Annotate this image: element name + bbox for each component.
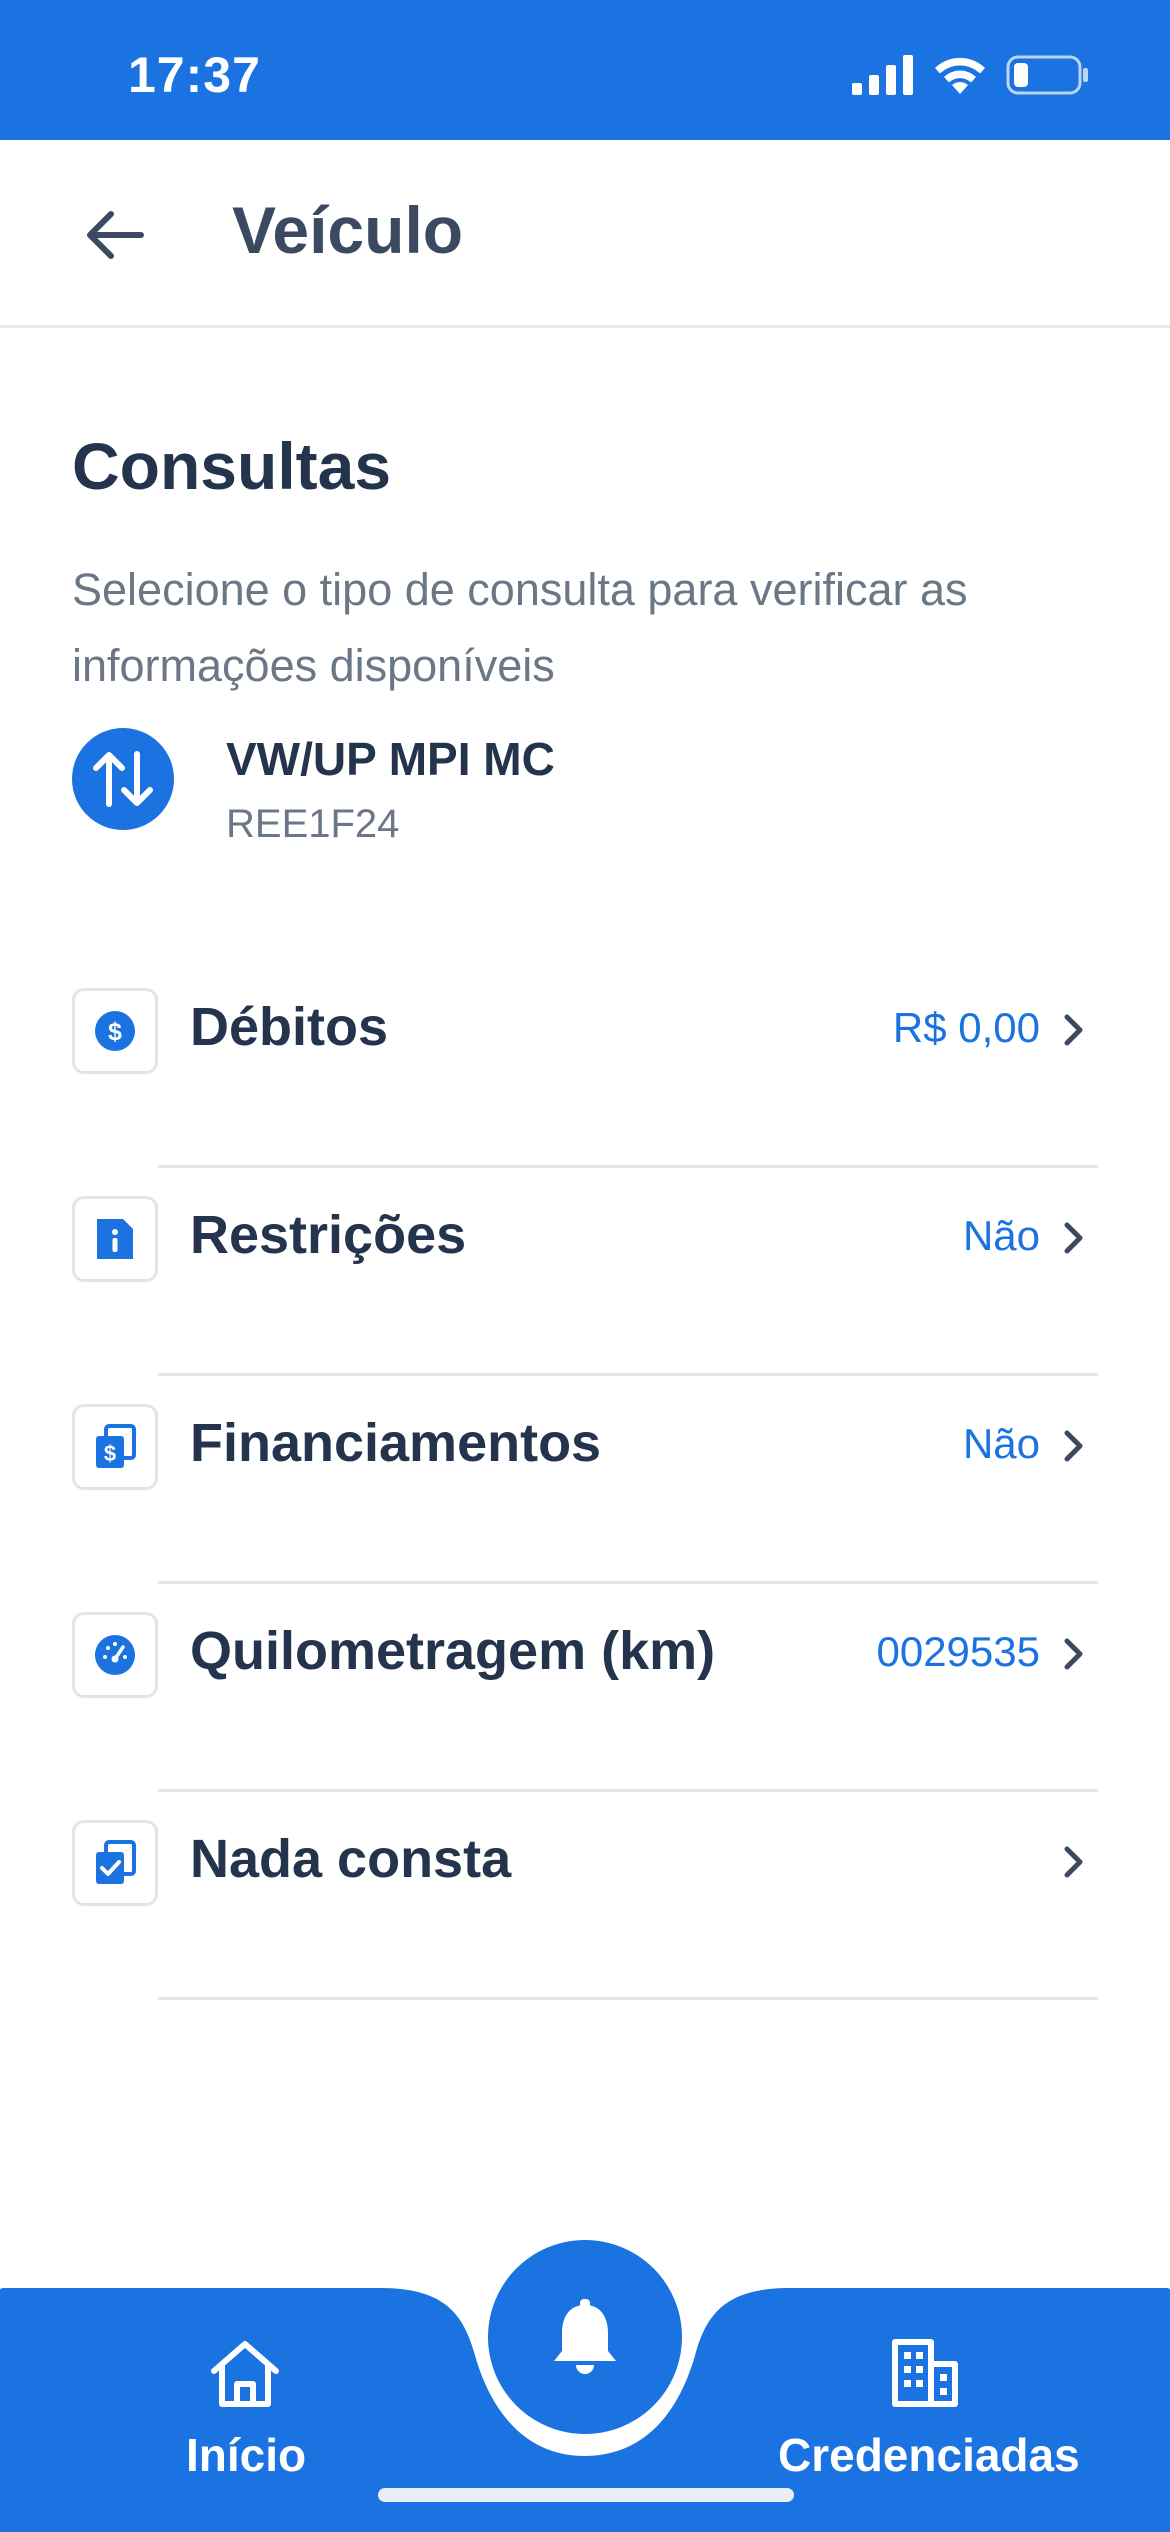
menu-item-nada-consta[interactable]: Nada consta <box>0 1792 1170 2000</box>
home-indicator[interactable] <box>378 2488 794 2502</box>
nav-credentialed-label: Credenciadas <box>778 2429 1080 2481</box>
svg-text:$: $ <box>108 1018 122 1046</box>
bell-icon <box>554 2299 616 2374</box>
vehicle-consultation-screen: 17:37 Veículo Consultas Selecione o tipo… <box>0 0 1170 2532</box>
wifi-icon <box>935 57 985 94</box>
nav-credentialed[interactable]: Credenciadas <box>770 2338 1080 2498</box>
menu-icon-box <box>72 1196 158 1282</box>
menu-icon-box <box>72 1612 158 1698</box>
document-check-icon <box>96 1840 136 1884</box>
consultation-list: $ Débitos R$ 0,00 Restrições Não $ Finan… <box>0 960 1170 2000</box>
menu-item-debitos[interactable]: $ Débitos R$ 0,00 <box>0 960 1170 1168</box>
menu-item-restricoes[interactable]: Restrições Não <box>0 1168 1170 1376</box>
nav-home[interactable]: Início <box>150 2338 340 2498</box>
chevron-right-icon <box>1054 1426 1094 1466</box>
arrow-left-icon <box>87 211 144 259</box>
dollar-icon: $ <box>95 1011 135 1051</box>
home-icon <box>211 2341 279 2407</box>
menu-item-value: R$ 0,00 <box>892 1004 1040 1051</box>
menu-item-label: Nada consta <box>190 1829 512 1889</box>
cellular-signal-icon <box>852 55 913 95</box>
back-button[interactable] <box>80 200 150 270</box>
menu-item-financiamentos[interactable]: $ Financiamentos Não <box>0 1376 1170 1584</box>
menu-icon-box: $ <box>72 988 158 1074</box>
menu-item-label: Restrições <box>190 1205 467 1265</box>
building-icon <box>892 2339 958 2407</box>
menu-item-quilometragem[interactable]: Quilometragem (km) 0029535 <box>0 1584 1170 1792</box>
app-bar: Veículo <box>0 140 1170 328</box>
menu-item-value: 0029535 <box>876 1628 1040 1675</box>
page-title: Veículo <box>232 193 464 267</box>
chevron-right-icon <box>1054 1218 1094 1258</box>
chevron-right-icon <box>1054 1634 1094 1674</box>
menu-item-label: Quilometragem (km) <box>190 1621 716 1681</box>
menu-item-label: Financiamentos <box>190 1413 602 1473</box>
menu-icon-box: $ <box>72 1404 158 1490</box>
menu-item-label: Débitos <box>190 997 389 1057</box>
status-bar: 17:37 <box>0 0 1170 140</box>
status-icons <box>852 52 1090 98</box>
svg-text:$: $ <box>104 1441 116 1466</box>
chevron-right-icon <box>1054 1010 1094 1050</box>
menu-icon-box <box>72 1820 158 1906</box>
vehicle-summary[interactable]: VW/UP MPI MC REE1F24 <box>72 728 1112 858</box>
vehicle-avatar <box>72 728 174 830</box>
chevron-right-icon <box>1054 1842 1094 1882</box>
battery-icon <box>1006 55 1088 95</box>
speedometer-icon <box>95 1635 135 1675</box>
divider <box>158 1997 1098 2000</box>
menu-item-value: Não <box>962 1420 1040 1467</box>
document-money-icon: $ <box>96 1424 136 1468</box>
vehicle-plate: REE1F24 <box>226 802 400 846</box>
vehicle-name: VW/UP MPI MC <box>226 733 555 785</box>
section-description: Selecione o tipo de consulta para verifi… <box>72 564 968 691</box>
menu-item-value: Não <box>962 1212 1040 1259</box>
nav-home-label: Início <box>186 2429 307 2481</box>
status-time: 17:37 <box>128 47 261 103</box>
notifications-button[interactable] <box>488 2240 682 2434</box>
info-document-icon <box>97 1219 133 1259</box>
section-title: Consultas <box>72 429 392 503</box>
swap-vertical-icon <box>93 751 153 807</box>
